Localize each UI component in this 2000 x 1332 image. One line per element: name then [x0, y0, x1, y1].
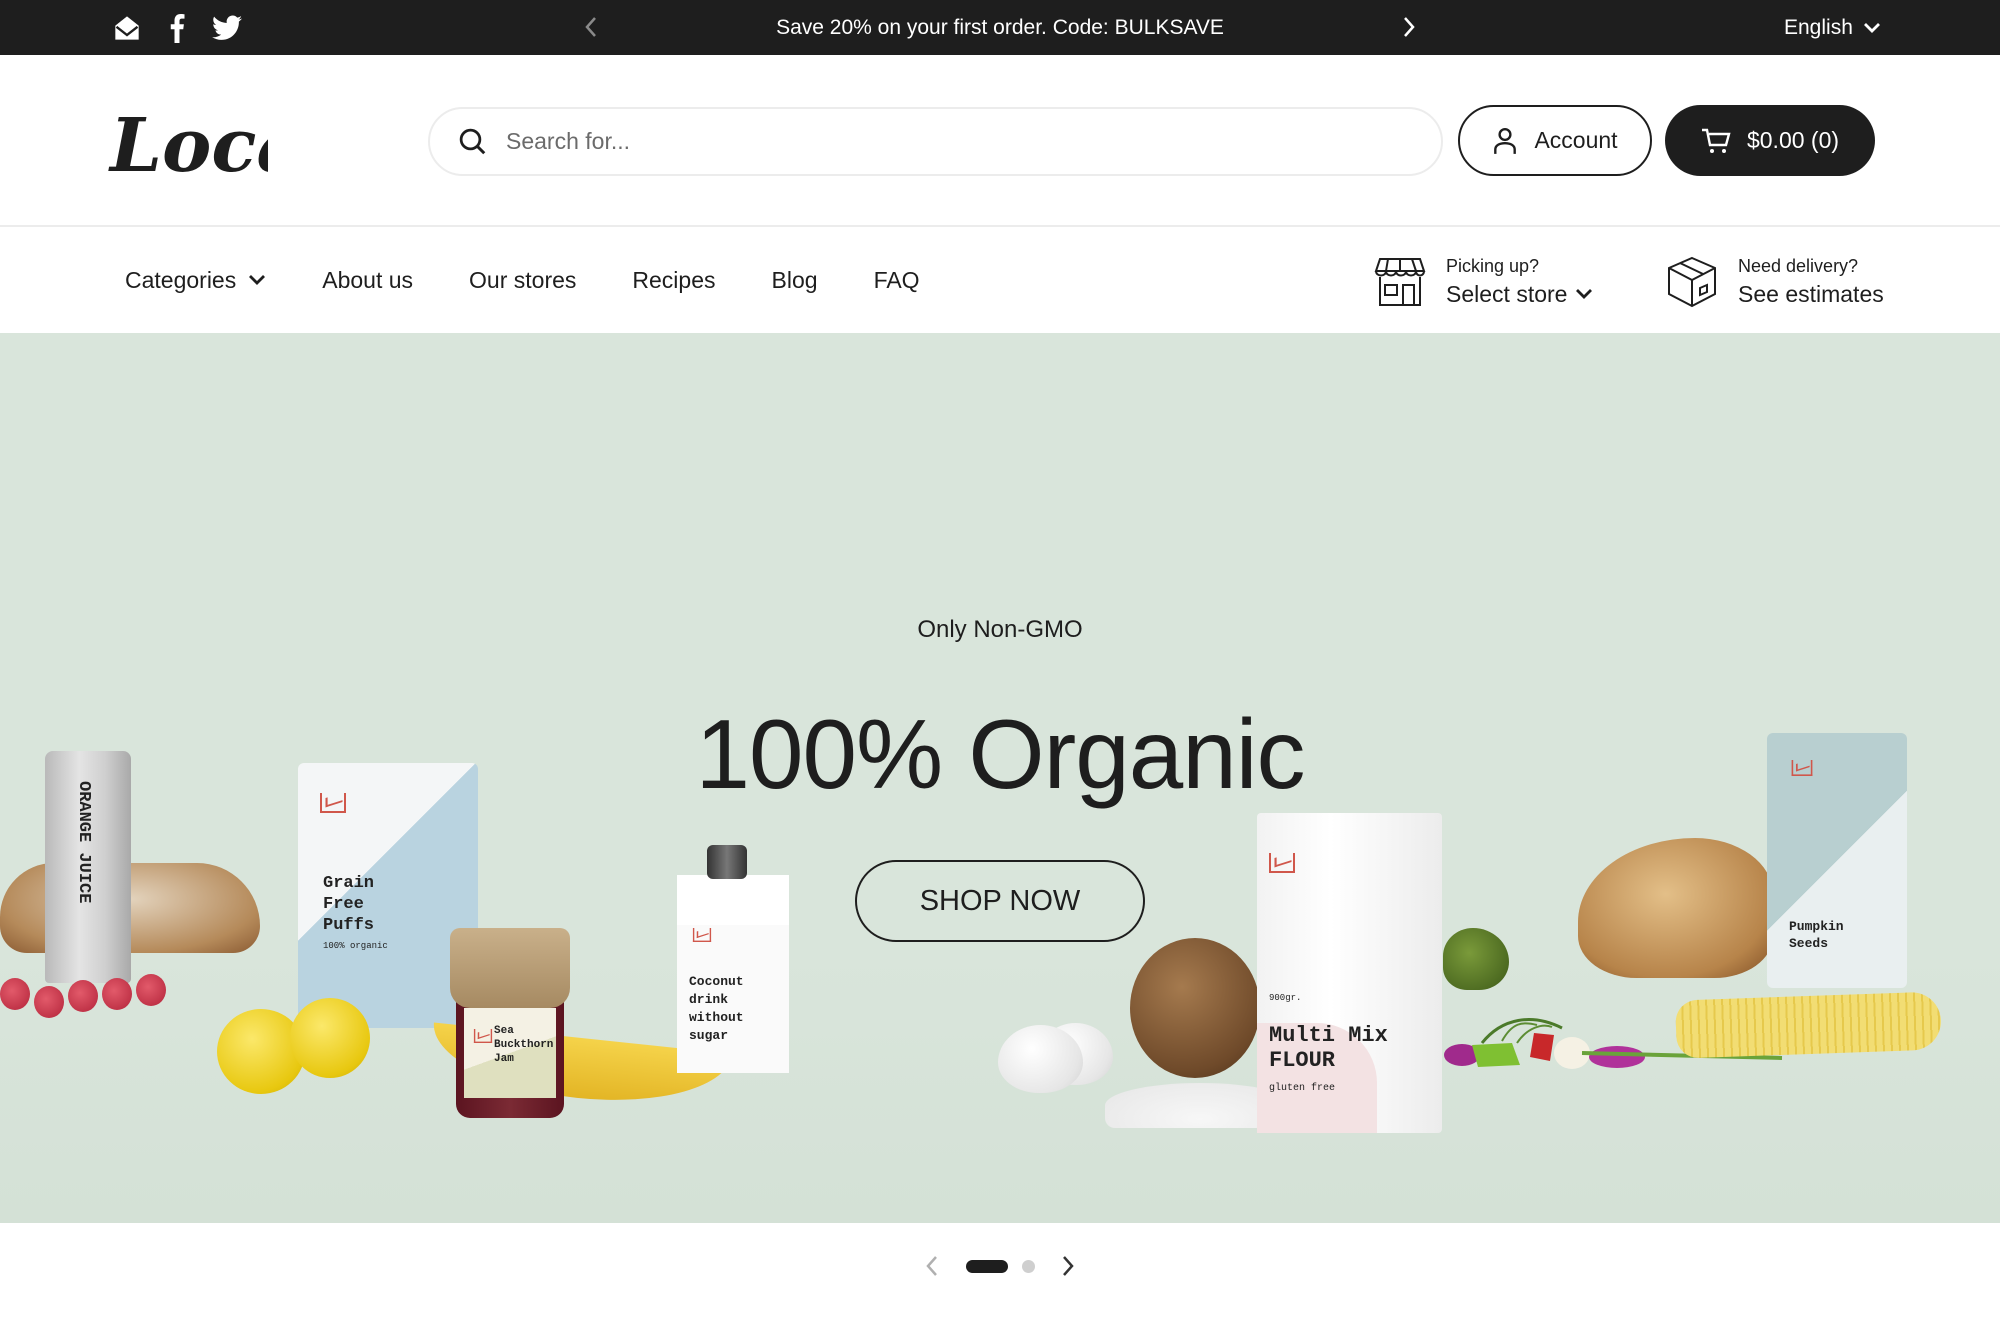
chevron-down-icon	[249, 275, 266, 285]
facebook-icon[interactable]	[162, 13, 192, 43]
store-icon	[1374, 258, 1426, 306]
site-header: Local Account $0.00 (0)	[0, 55, 2000, 227]
chevron-left-icon	[926, 1256, 937, 1276]
language-selector[interactable]: English	[1784, 0, 1881, 55]
bread-loaf-image	[1578, 838, 1773, 978]
slider-prev-button[interactable]	[920, 1252, 944, 1280]
language-label: English	[1784, 15, 1853, 39]
chevron-right-icon	[1404, 17, 1415, 37]
twitter-icon[interactable]	[212, 13, 242, 43]
egg-image	[998, 1025, 1083, 1093]
hero-slider-controls	[920, 1252, 1080, 1280]
hero-subtitle: Only Non-GMO	[917, 616, 1083, 643]
brand-crown-icon	[692, 928, 712, 942]
nav-item-categories[interactable]: Categories	[125, 267, 266, 294]
nav-item-label: Recipes	[632, 266, 716, 293]
package-icon	[1668, 256, 1716, 308]
account-button[interactable]: Account	[1458, 105, 1652, 176]
brand-crown-icon	[473, 1029, 493, 1043]
nav-item-faq[interactable]: FAQ	[874, 267, 920, 294]
delivery-prompt: Need delivery?	[1738, 256, 1859, 276]
flour-label: Multi Mix FLOUR	[1269, 1023, 1388, 1073]
select-store-text: Select store	[1446, 281, 1568, 307]
logo[interactable]: Local	[108, 93, 333, 193]
nav-item-label: Our stores	[469, 266, 577, 293]
pickup-prompt: Picking up?	[1446, 256, 1540, 276]
logo-text: Local	[108, 103, 268, 189]
store-pickup-selector[interactable]: Picking up? Select store	[1374, 254, 1593, 310]
social-links	[112, 13, 242, 43]
user-icon	[1494, 127, 1517, 154]
shop-now-button[interactable]: SHOP NOW	[855, 860, 1145, 942]
slider-dot-2[interactable]	[1021, 1259, 1035, 1273]
chevron-left-icon	[585, 17, 596, 37]
lemon-image	[290, 998, 370, 1078]
coconut-drink-label: Coconut drink without sugar	[689, 974, 744, 1043]
see-estimates-label: See estimates	[1738, 281, 1884, 307]
account-label: Account	[1534, 127, 1618, 153]
search-bar[interactable]	[428, 107, 1443, 176]
nav-item-blog[interactable]: Blog	[772, 267, 818, 294]
pumpkin-seeds-label: Pumpkin Seeds	[1789, 919, 1844, 951]
nav-item-recipes[interactable]: Recipes	[632, 267, 715, 294]
pickup-text: Picking up? Select store	[1446, 254, 1593, 310]
nav-item-label: FAQ	[873, 266, 920, 293]
announcement-message: Save 20% on your first order. Code: BULK…	[776, 16, 1224, 39]
coconut-drink-carton: Coconut drink without sugar	[677, 845, 789, 1073]
search-input[interactable]	[506, 128, 1406, 155]
puffs-label: Grain Free Puffs	[323, 874, 375, 935]
nav-item-our-stores[interactable]: Our stores	[469, 267, 576, 294]
delivery-estimates[interactable]: Need delivery? See estimates	[1666, 254, 1884, 310]
jam-label: Sea Buckthorn Jam	[494, 1025, 554, 1065]
cart-button[interactable]: $0.00 (0)	[1665, 105, 1875, 176]
nav-item-label: About us	[322, 266, 414, 293]
flour-weight: 900gr.	[1269, 993, 1302, 1003]
slider-next-button[interactable]	[1056, 1252, 1080, 1280]
announcement-prev-button[interactable]	[576, 12, 606, 42]
multi-mix-flour-bag: 900gr. Multi Mix FLOUR gluten free	[1257, 813, 1442, 1133]
corn-image	[1675, 991, 1942, 1059]
brand-crown-icon	[1269, 853, 1295, 873]
chevron-down-icon	[1576, 289, 1593, 299]
slider-dots	[965, 1259, 1035, 1273]
email-icon[interactable]	[112, 13, 142, 43]
coconut-image	[1130, 938, 1260, 1078]
nav-links: Categories About us Our stores Recipes B…	[125, 227, 976, 333]
hero-banner: ORANGE JUICE Grain Free Puffs 100% organ…	[0, 333, 2000, 1223]
hero-title: 100% Organic	[695, 699, 1305, 809]
nav-item-label: Blog	[771, 266, 818, 293]
chevron-down-icon	[1863, 22, 1880, 33]
select-store-label: Select store	[1446, 278, 1593, 310]
announcement-bar: Save 20% on your first order. Code: BULK…	[0, 0, 2000, 55]
nav-item-about-us[interactable]: About us	[322, 267, 413, 294]
nav-item-label: Categories	[125, 266, 237, 293]
raspberries-image	[0, 974, 166, 1018]
sea-buckthorn-jam-jar: Sea Buckthorn Jam	[450, 928, 570, 1118]
avocado-image	[1443, 928, 1509, 990]
chevron-right-icon	[1063, 1256, 1074, 1276]
flour-sublabel: gluten free	[1269, 1083, 1336, 1094]
puffs-sublabel: 100% organic	[323, 941, 388, 951]
delivery-text: Need delivery? See estimates	[1738, 254, 1884, 310]
announcement-next-button[interactable]	[1394, 12, 1424, 42]
cart-total: $0.00 (0)	[1746, 127, 1840, 153]
slider-dot-1-active[interactable]	[965, 1259, 1008, 1273]
cart-icon	[1701, 128, 1731, 153]
search-icon	[459, 128, 486, 154]
main-nav: Categories About us Our stores Recipes B…	[0, 227, 2000, 333]
